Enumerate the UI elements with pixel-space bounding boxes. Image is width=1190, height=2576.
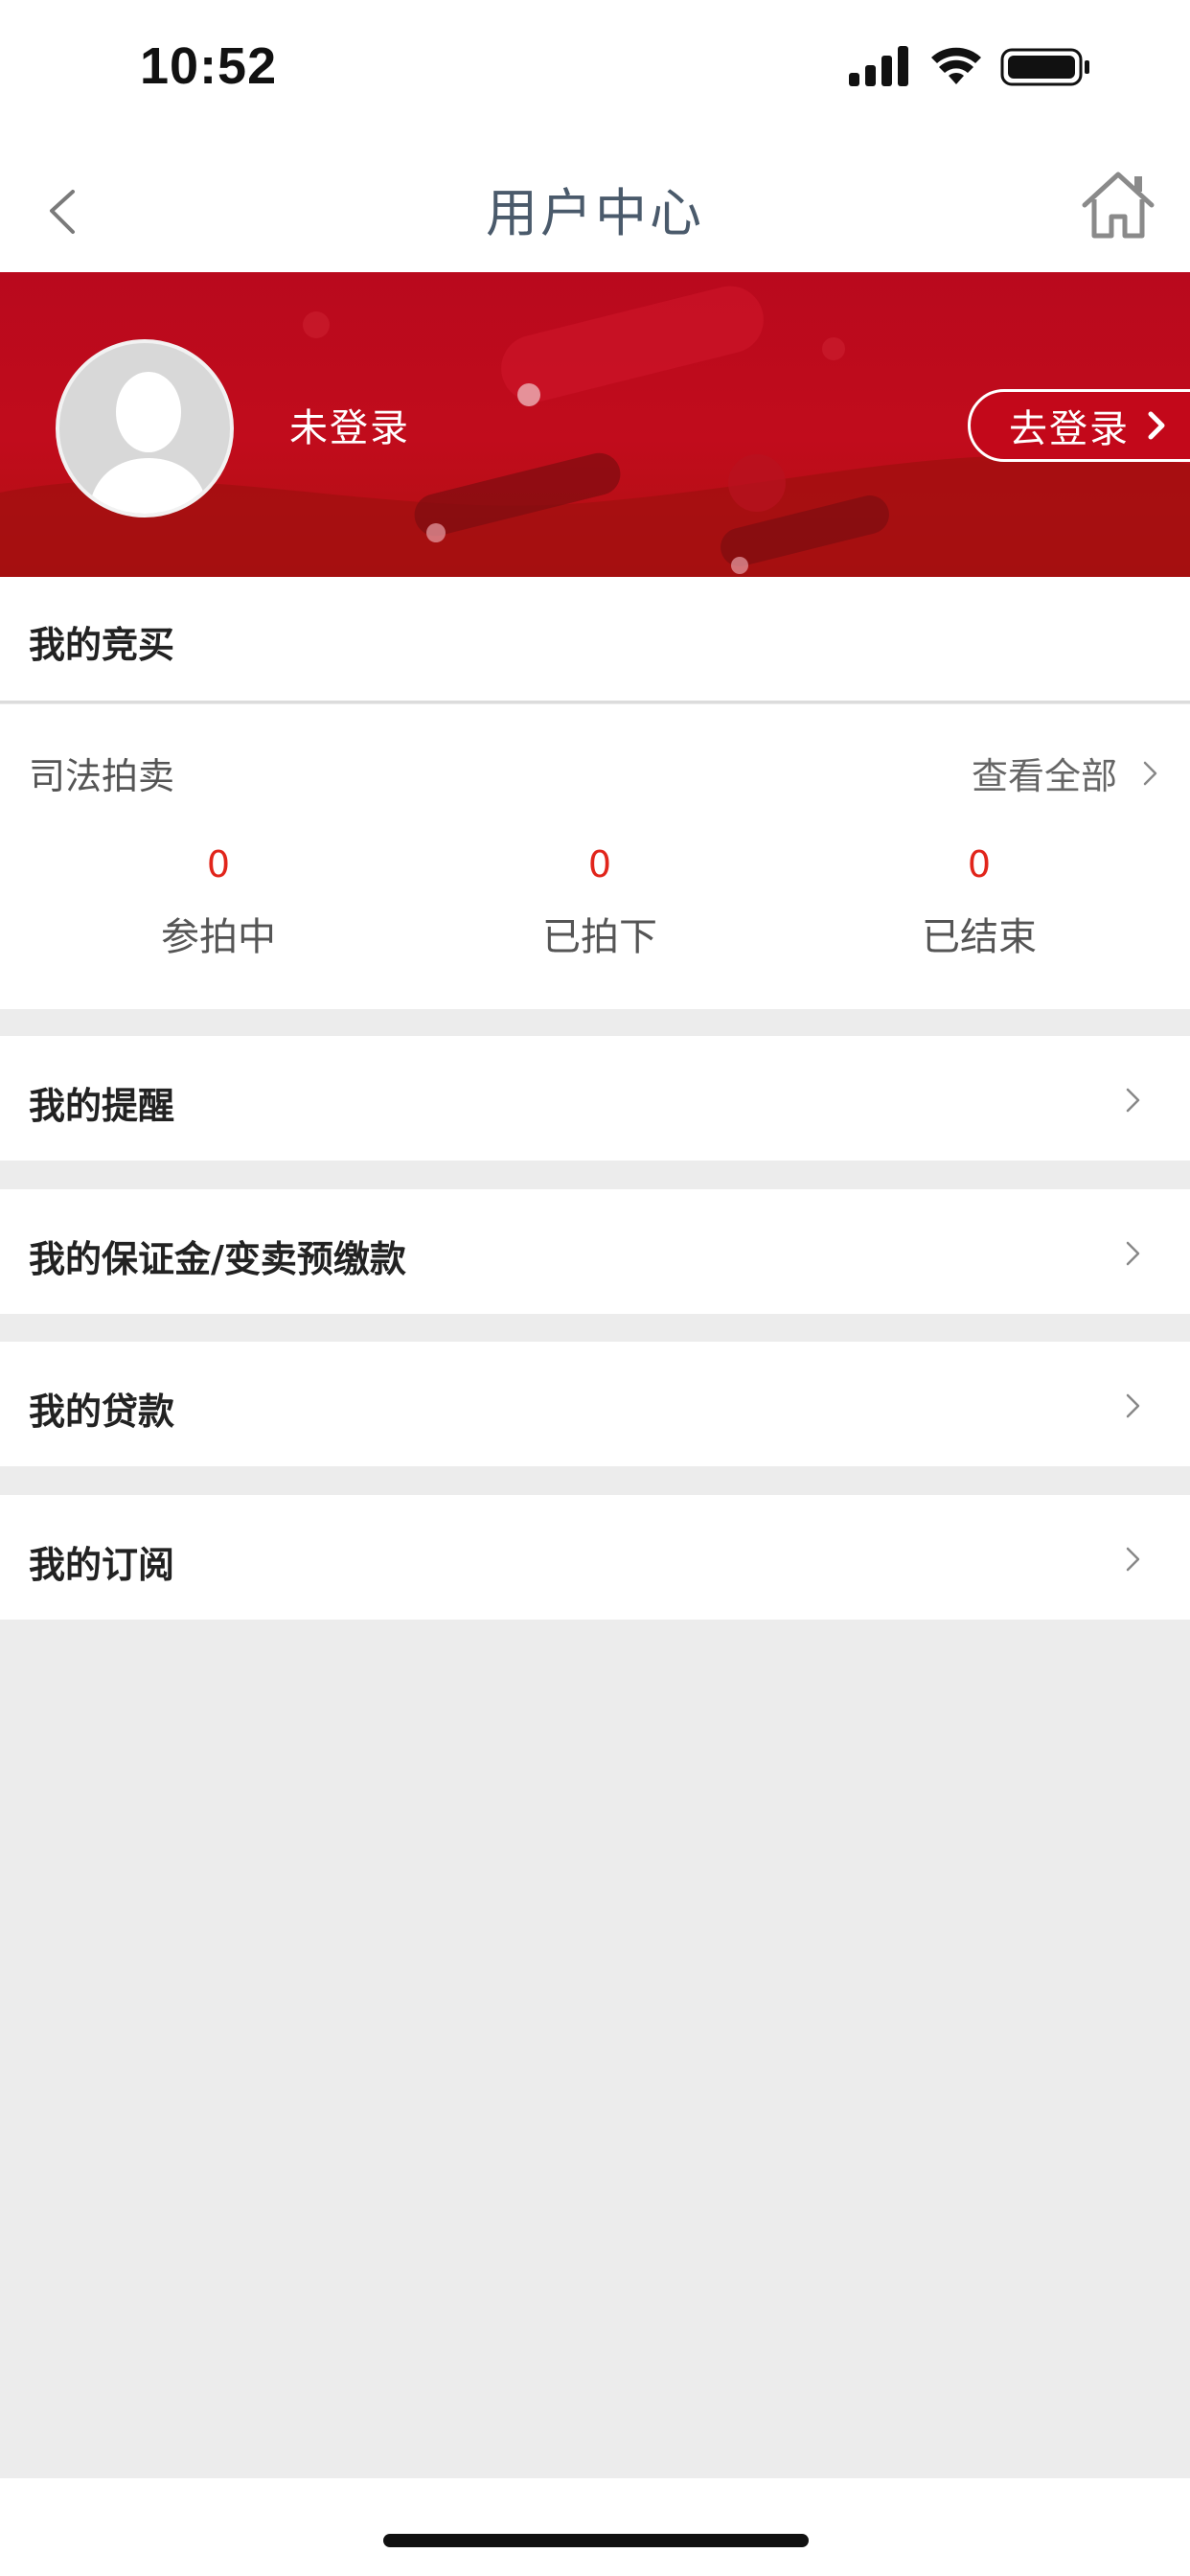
stat-label: 已拍下 bbox=[542, 915, 657, 959]
menu-item-loans[interactable]: 我的贷款 bbox=[0, 1342, 1190, 1466]
status-icons bbox=[849, 46, 1098, 94]
view-all-link[interactable]: 查看全部 bbox=[972, 747, 1161, 799]
login-button[interactable]: 去登录 bbox=[968, 389, 1190, 462]
battery-icon bbox=[1000, 48, 1089, 86]
stat-label: 已结束 bbox=[922, 915, 1037, 959]
chevron-right-icon bbox=[1126, 1393, 1140, 1418]
user-silhouette-icon bbox=[88, 372, 209, 514]
home-indicator[interactable] bbox=[383, 2534, 809, 2547]
wifi-icon bbox=[931, 47, 981, 84]
home-indicator-area bbox=[0, 2478, 1190, 2576]
section-title: 我的竞买 bbox=[29, 624, 175, 666]
menu-item-deposit[interactable]: 我的保证金/变卖预缴款 bbox=[0, 1189, 1190, 1314]
menu-item-subscriptions[interactable]: 我的订阅 bbox=[0, 1495, 1190, 1620]
chevron-right-icon bbox=[1126, 1088, 1140, 1113]
page-title: 用户中心 bbox=[486, 183, 704, 243]
stat-value: 0 bbox=[206, 843, 231, 886]
status-bar: 10:52 bbox=[0, 0, 1190, 144]
stat-participating[interactable]: 0 参拍中 bbox=[94, 846, 343, 961]
stat-label: 参拍中 bbox=[161, 915, 276, 959]
chevron-right-icon bbox=[1143, 761, 1157, 785]
chevron-right-icon bbox=[1126, 1241, 1140, 1266]
menu-item-reminders[interactable]: 我的提醒 bbox=[0, 1036, 1190, 1161]
chevron-right-icon bbox=[1126, 1547, 1140, 1572]
judicial-auction-label: 司法拍卖 bbox=[29, 755, 175, 797]
chevron-right-icon bbox=[1148, 411, 1165, 440]
judicial-auction-card: 司法拍卖 查看全部 0 参拍中 0 已拍下 0 已结束 bbox=[0, 704, 1190, 1009]
signal-icon bbox=[849, 46, 908, 86]
menu-item-label: 我的订阅 bbox=[29, 1544, 175, 1586]
profile-banner: 未登录 去登录 bbox=[0, 272, 1190, 577]
view-all-label: 查看全部 bbox=[971, 755, 1117, 797]
menu-item-label: 我的保证金/变卖预缴款 bbox=[29, 1238, 406, 1280]
nav-bar: 用户中心 bbox=[0, 144, 1190, 272]
avatar[interactable] bbox=[56, 339, 234, 518]
menu-item-label: 我的提醒 bbox=[29, 1085, 175, 1127]
stat-won[interactable]: 0 已拍下 bbox=[475, 846, 724, 961]
status-time: 10:52 bbox=[140, 37, 278, 95]
my-auction-section: 我的竞买 bbox=[0, 577, 1190, 703]
stat-value: 0 bbox=[967, 843, 992, 886]
login-status: 未登录 bbox=[289, 406, 410, 450]
home-icon[interactable] bbox=[1075, 163, 1161, 249]
menu-item-label: 我的贷款 bbox=[29, 1391, 175, 1433]
stat-value: 0 bbox=[587, 843, 612, 886]
login-button-label: 去登录 bbox=[1009, 407, 1130, 451]
stat-ended[interactable]: 0 已结束 bbox=[855, 846, 1104, 961]
